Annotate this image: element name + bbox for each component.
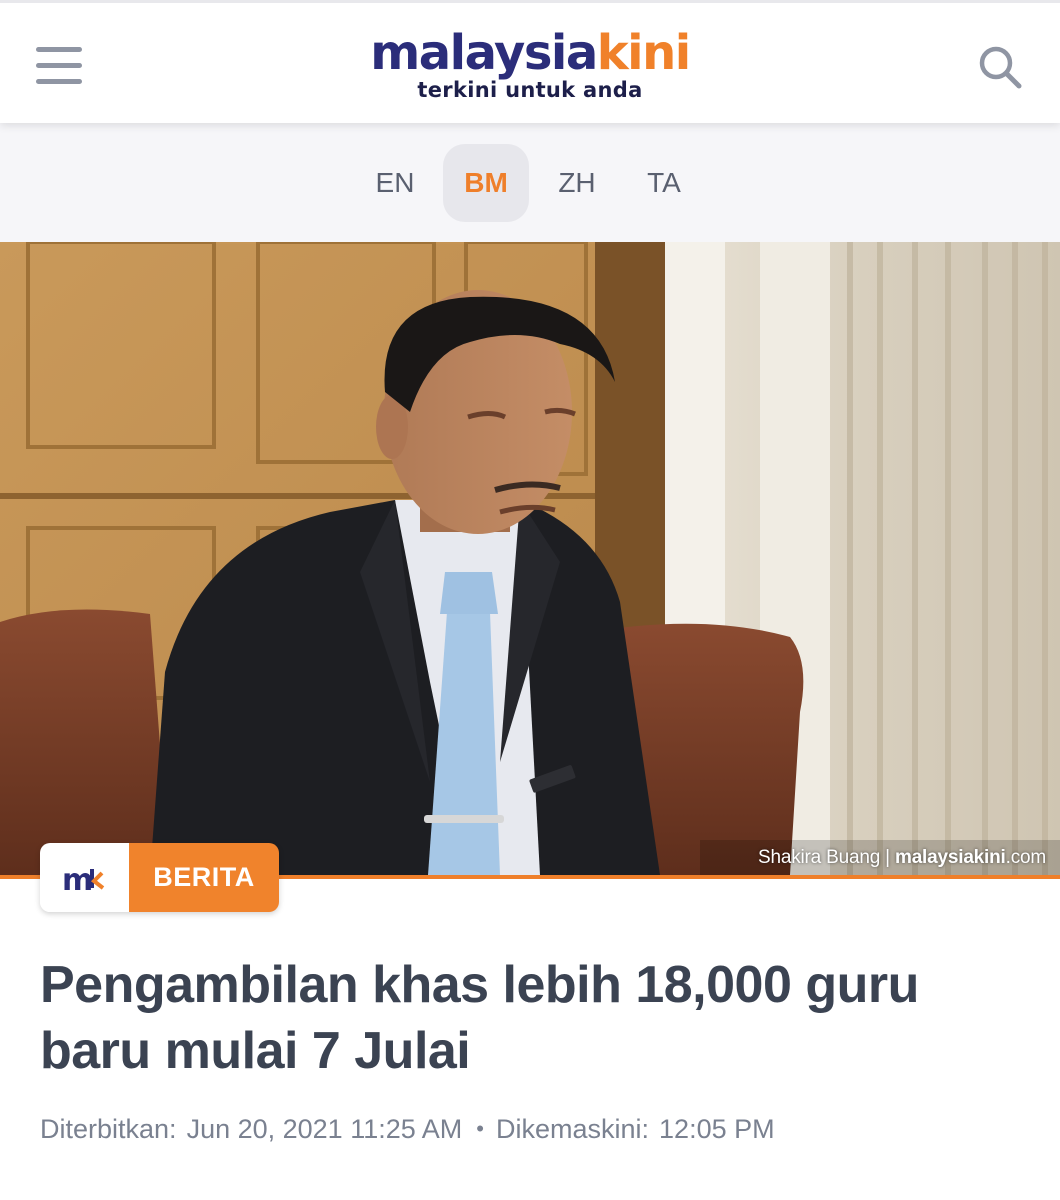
svg-text:m: m xyxy=(62,863,91,898)
logo-accent-text: kini xyxy=(596,25,692,81)
updated-time: 12:05 PM xyxy=(659,1114,775,1144)
logo-wordmark: malaysiakini xyxy=(0,25,1060,81)
top-header: malaysiakini terkini untuk anda xyxy=(0,0,1060,123)
photo-credit-separator: | xyxy=(885,847,890,868)
published-label: Diterbitkan: xyxy=(40,1114,177,1144)
search-icon[interactable] xyxy=(976,43,1024,91)
article-headline: Pengambilan khas lebih 18,000 guru baru … xyxy=(40,956,919,1080)
updated-label: Dikemaskini: xyxy=(495,1114,650,1144)
language-switcher: EN BM ZH TA xyxy=(0,123,1060,242)
logo-tagline: terkini untuk anda xyxy=(417,78,643,102)
hero-photo xyxy=(0,242,1060,875)
lang-tab-en[interactable]: EN xyxy=(352,144,438,222)
article-hero-image: Shakira Buang | malaysiakini.com xyxy=(0,242,1060,875)
lang-tab-bm[interactable]: BM xyxy=(443,144,529,222)
meta-separator: • xyxy=(476,1116,484,1141)
photo-credit: Shakira Buang | malaysiakini.com xyxy=(758,847,1046,869)
category-badge[interactable]: m BERITA xyxy=(40,843,279,912)
category-label: BERITA xyxy=(129,843,279,912)
photo-credit-domain: .com xyxy=(1005,847,1047,868)
mk-logo-icon: m xyxy=(40,843,129,912)
photo-credit-site: malaysiakini xyxy=(895,847,1006,868)
logo-primary-text: malaysia xyxy=(370,25,598,81)
photo-credit-photographer: Shakira Buang xyxy=(758,847,881,868)
site-logo[interactable]: malaysiakini terkini untuk anda xyxy=(0,25,1060,102)
article-meta: Diterbitkan: Jun 20, 2021 11:25 AM • Dikema… xyxy=(40,1114,1040,1145)
lang-tab-ta[interactable]: TA xyxy=(621,144,707,222)
lang-tab-zh[interactable]: ZH xyxy=(534,144,620,222)
published-date: Jun 20, 2021 11:25 AM xyxy=(186,1114,463,1144)
